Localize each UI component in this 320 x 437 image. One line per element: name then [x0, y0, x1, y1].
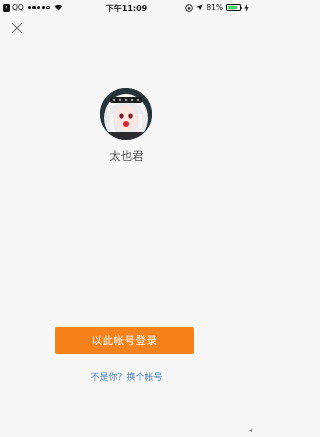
location-arrow-icon — [196, 4, 203, 11]
rotation-lock-icon — [185, 3, 194, 12]
username: 太也君 — [109, 149, 144, 163]
status-bar: ‹ QQ 下午11:09 81% — [0, 0, 253, 15]
charging-bolt-icon — [244, 3, 249, 12]
battery-fill — [227, 5, 238, 10]
scroll-indicator-icon: ◂ — [248, 427, 252, 434]
status-right: 81% — [185, 3, 249, 12]
battery-icon — [226, 4, 243, 11]
avatar — [100, 88, 152, 140]
battery-percent: 81% — [206, 3, 223, 12]
login-with-this-account-button[interactable]: 以此帐号登录 — [55, 327, 194, 354]
switch-account-link[interactable]: 不是你？换个帐号 — [0, 370, 253, 383]
close-icon[interactable] — [10, 21, 24, 35]
